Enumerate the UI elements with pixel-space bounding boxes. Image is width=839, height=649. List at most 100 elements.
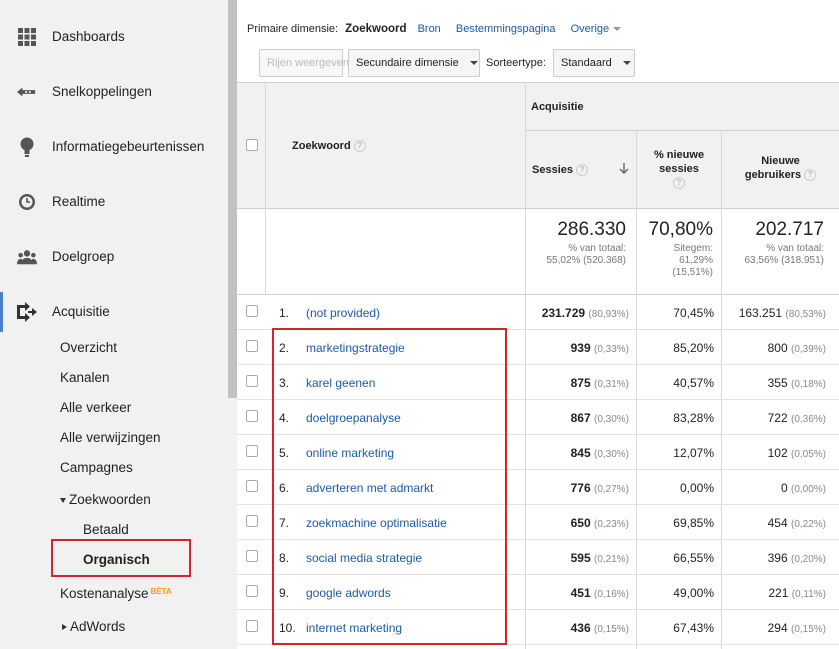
row-checkbox[interactable]: [246, 550, 258, 562]
primary-dimension-label: Primaire dimensie:: [247, 23, 339, 35]
nav-overzicht[interactable]: Overzicht: [60, 340, 117, 355]
nav-campagnes[interactable]: Campagnes: [60, 460, 133, 475]
new-users-value: 800: [767, 341, 788, 355]
dimension-link-bestemmingspagina[interactable]: Bestemmingspagina: [456, 23, 556, 35]
divider: [525, 130, 839, 131]
secondary-dimension-label: Secundaire dimensie: [356, 57, 459, 69]
new-users-value: 0: [780, 481, 788, 495]
total-new-users: 202.717: [755, 219, 824, 240]
row-checkbox[interactable]: [246, 585, 258, 597]
clock-icon: [17, 192, 37, 212]
nav-alle-verwijzingen[interactable]: Alle verwijzingen: [60, 430, 161, 445]
help-icon[interactable]: ?: [673, 177, 685, 190]
sessions-pct: (0,33%): [593, 344, 629, 355]
new-pct-cell: 0,00%: [679, 481, 714, 495]
row-checkbox[interactable]: [246, 375, 258, 387]
row-checkbox[interactable]: [246, 445, 258, 457]
help-icon[interactable]: ?: [576, 164, 589, 177]
new-users-pct: (0,05%): [790, 449, 826, 460]
primary-dimension-selected[interactable]: Zoekwoord: [345, 23, 406, 35]
sort-type-dropdown[interactable]: Standaard: [553, 49, 635, 77]
help-icon[interactable]: ?: [353, 140, 366, 153]
col-header-sessions[interactable]: Sessies ?: [532, 163, 636, 177]
total-sessions-sub: % van totaal: 55,02% (520.368): [527, 243, 626, 267]
col-header-text: Nieuwe gebruikers: [744, 155, 802, 181]
row-index: 1.: [279, 306, 290, 320]
keyword-link[interactable]: (not provided): [306, 306, 380, 320]
new-users-value: 454: [767, 516, 788, 530]
row-checkbox[interactable]: [246, 620, 258, 632]
sessions-pct: (0,27%): [593, 484, 629, 495]
nav-betaald[interactable]: Betaald: [83, 522, 129, 537]
col-header-label: % nieuwe sessies: [653, 149, 705, 175]
shortcut-arrow-icon: [17, 82, 37, 102]
col-header-new-users[interactable]: Nieuwe gebruikers ?: [722, 154, 839, 182]
new-pct-cell: 85,20%: [673, 341, 714, 355]
row-checkbox[interactable]: [246, 340, 258, 352]
nav-kanalen[interactable]: Kanalen: [60, 370, 110, 385]
chevron-down-icon: [613, 27, 622, 32]
new-users-cell: 221 (0,11%): [723, 586, 826, 600]
row-checkbox[interactable]: [246, 515, 258, 527]
sessions-pct: (0,30%): [593, 414, 629, 425]
col-header-keyword[interactable]: Zoekwoord ?: [292, 139, 366, 153]
nav-adwords[interactable]: AdWords: [62, 619, 125, 634]
nav-snelkoppelingen[interactable]: Snelkoppelingen: [0, 64, 228, 119]
total-sub-line: 61,29%: [679, 255, 713, 266]
total-sub-line: % van totaal:: [568, 243, 626, 254]
row-checkbox[interactable]: [246, 480, 258, 492]
chevron-down-icon: [60, 497, 66, 503]
lightbulb-icon: [17, 137, 37, 157]
nav-realtime[interactable]: Realtime: [0, 174, 228, 229]
nav-informatiegebeurtenissen[interactable]: Informatiegebeurtenissen: [0, 119, 228, 174]
nav-alle-verkeer[interactable]: Alle verkeer: [60, 400, 131, 415]
acquisition-arrows-icon: [17, 301, 37, 322]
sessions-cell: 595 (0,21%): [527, 551, 629, 565]
nav-label: Doelgroep: [52, 249, 115, 264]
sessions-value: 845: [570, 446, 591, 460]
sessions-value: 776: [570, 481, 591, 495]
help-icon[interactable]: ?: [804, 169, 817, 182]
new-users-cell: 163.251 (80,53%): [723, 306, 826, 320]
new-users-value: 221: [768, 586, 789, 600]
new-users-pct: (80,53%): [785, 309, 826, 320]
sessions-pct: (0,16%): [593, 589, 629, 600]
col-header-label: Sessies: [532, 164, 573, 176]
sessions-value: 436: [570, 621, 591, 635]
nav-doelgroep[interactable]: Doelgroep: [0, 229, 228, 284]
sessions-cell: 939 (0,33%): [527, 341, 629, 355]
new-users-pct: (0,36%): [790, 414, 826, 425]
secondary-dimension-dropdown[interactable]: Secundaire dimensie: [348, 49, 480, 77]
highlight-box-keywords: [272, 328, 507, 645]
sessions-cell: 436 (0,15%): [527, 621, 629, 635]
sessions-pct: (0,30%): [593, 449, 629, 460]
total-new-pct-sub: Sitegem: 61,29% (15,51%): [638, 243, 713, 279]
new-users-pct: (0,15%): [790, 624, 826, 635]
sessions-pct: (0,23%): [593, 519, 629, 530]
sidebar-scrollbar[interactable]: [228, 0, 237, 398]
row-checkbox[interactable]: [246, 305, 258, 317]
new-users-pct: (0,20%): [790, 554, 826, 565]
nav-dashboards[interactable]: Dashboards: [0, 9, 228, 64]
divider: [237, 208, 839, 209]
new-users-cell: 0 (0,00%): [723, 481, 826, 495]
sidebar: Dashboards Snelkoppelingen Informatiegeb…: [0, 0, 237, 649]
group-header-acquisitie: Acquisitie: [531, 101, 584, 113]
sessions-value: 875: [570, 376, 591, 390]
nav-kostenanalyse[interactable]: Kostenanalyse BÈTA: [60, 586, 172, 601]
dimension-link-bron[interactable]: Bron: [418, 23, 441, 35]
total-sub-line: 55,02% (520.368): [546, 255, 626, 266]
new-pct-cell: 83,28%: [673, 411, 714, 425]
show-rows-button[interactable]: Rijen weergeven: [259, 49, 349, 77]
nav-zoekwoorden[interactable]: Zoekwoorden: [60, 492, 151, 507]
col-header-new-sessions-pct[interactable]: % nieuwe sessies ?: [637, 148, 721, 190]
select-all-checkbox[interactable]: [246, 139, 258, 151]
row-checkbox[interactable]: [246, 410, 258, 422]
nav-acquisitie[interactable]: Acquisitie: [0, 284, 228, 339]
total-new-users-sub: % van totaal: 63,56% (318.951): [723, 243, 824, 267]
dimension-overige-dropdown[interactable]: Overige: [571, 23, 622, 35]
total-sessions: 286.330: [557, 219, 626, 240]
chevron-down-icon: [469, 61, 478, 65]
nav-label: Snelkoppelingen: [52, 84, 152, 99]
total-sub-line: (15,51%): [672, 267, 713, 278]
